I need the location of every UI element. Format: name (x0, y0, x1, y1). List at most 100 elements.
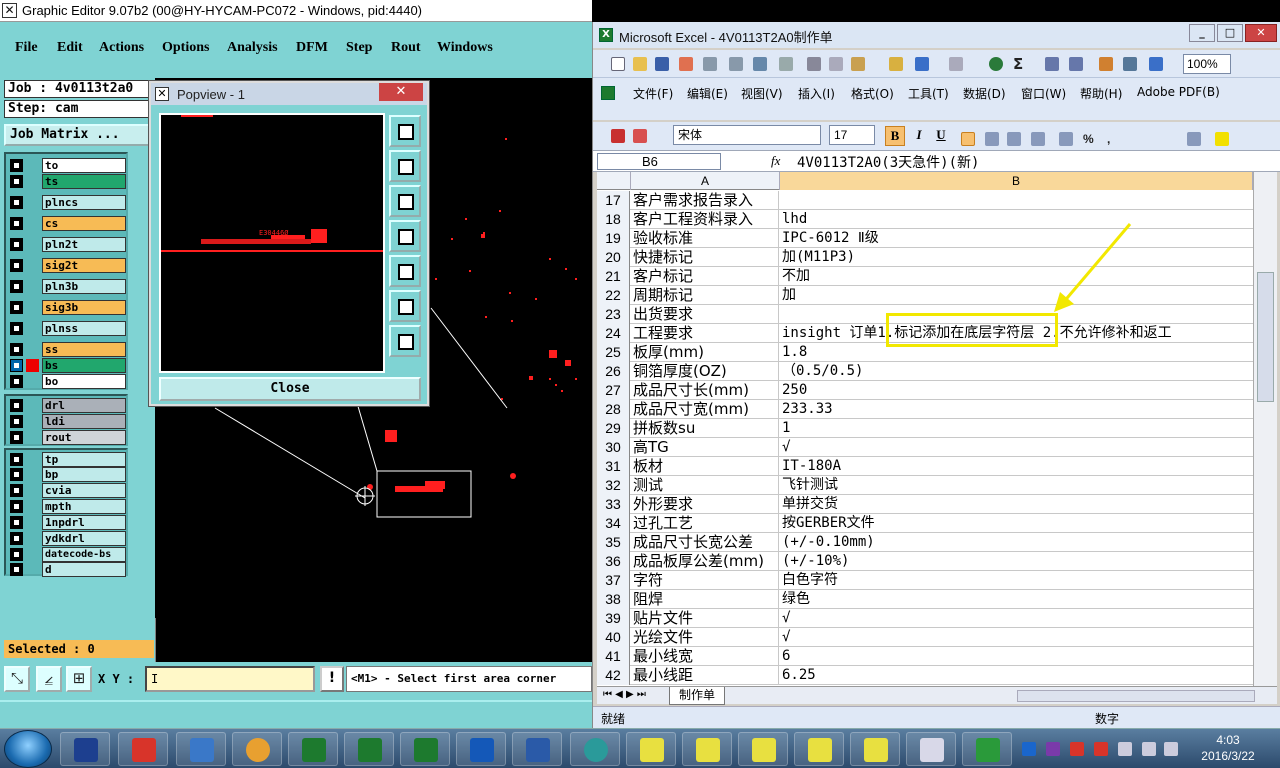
layer-name[interactable]: d (42, 562, 126, 577)
menu-actions[interactable]: Actions (99, 40, 144, 56)
taskbar-excel-3[interactable] (400, 732, 450, 766)
taskbar-genesis-5[interactable] (850, 732, 900, 766)
comma-icon[interactable]: , (1107, 132, 1121, 146)
row-number[interactable]: 42 (597, 666, 630, 685)
pan-left-icon[interactable] (389, 220, 421, 252)
cell-a[interactable]: 字符 (631, 571, 779, 590)
cell-a[interactable]: 出货要求 (631, 305, 779, 324)
row-number[interactable]: 35 (597, 533, 630, 552)
layer-name[interactable]: plncs (42, 195, 126, 210)
row-number[interactable]: 38 (597, 590, 630, 609)
sheet-row[interactable]: 19 验收标准 IPC-6012 Ⅱ级 (597, 229, 1253, 248)
menu-rout[interactable]: Rout (391, 40, 421, 56)
layer-checkbox[interactable] (10, 217, 23, 230)
taskbar-shell-app[interactable] (232, 732, 282, 766)
layer-name[interactable]: bp (42, 467, 126, 482)
cell-b[interactable]: 绿色 (780, 590, 1250, 609)
merge-center-icon[interactable] (1031, 132, 1045, 146)
layer-name[interactable]: sig2t (42, 258, 126, 273)
layer-checkbox[interactable] (10, 399, 23, 412)
taskbar-f-app[interactable] (456, 732, 506, 766)
menu-tools-cn[interactable]: 工具(T) (908, 85, 949, 102)
cell-b[interactable]: √ (780, 609, 1250, 628)
menu-view-cn[interactable]: 视图(V) (741, 85, 783, 102)
cell-a[interactable]: 周期标记 (631, 286, 779, 305)
layer-name[interactable]: to (42, 158, 126, 173)
row-number[interactable]: 36 (597, 552, 630, 571)
layer-checkbox[interactable] (10, 484, 23, 497)
pan-right-icon[interactable] (389, 255, 421, 287)
chart-wizard-icon[interactable] (1099, 57, 1113, 71)
cell-b[interactable]: IT-180A (780, 457, 1250, 476)
layer-checkbox[interactable] (10, 259, 23, 272)
sheet-row[interactable]: 27 成品尺寸长(mm) 250 (597, 381, 1253, 400)
font-select[interactable]: 宋体 (673, 125, 821, 145)
warning-button[interactable]: ! (320, 666, 344, 692)
cell-a[interactable]: 过孔工艺 (631, 514, 779, 533)
row-number[interactable]: 41 (597, 647, 630, 666)
taskbar-excel-1[interactable] (288, 732, 338, 766)
column-header-b[interactable]: B (780, 172, 1253, 190)
row-number[interactable]: 28 (597, 400, 630, 419)
menu-window-cn[interactable]: 窗口(W) (1021, 85, 1066, 102)
cell-a[interactable]: 成品尺寸宽(mm) (631, 400, 779, 419)
cell-a[interactable]: 工程要求 (631, 324, 779, 343)
layer-name[interactable]: bs (42, 358, 126, 373)
sheet-row[interactable]: 17 客户需求报告录入 (597, 191, 1253, 210)
layer-name[interactable]: pln3b (42, 279, 126, 294)
menu-adobe-pdf[interactable]: Adobe PDF(B) (1137, 85, 1220, 99)
formula-input[interactable]: 4V0113T2A0(3天急件)(新) (797, 152, 979, 172)
cut-icon[interactable] (807, 57, 821, 71)
research-icon[interactable] (779, 57, 793, 71)
vertical-scrollbar[interactable] (1253, 172, 1277, 686)
layer-row[interactable]: ydkdrl (8, 531, 126, 546)
cell-b[interactable]: (+/-10%) (780, 552, 1250, 571)
cell-a[interactable]: 客户需求报告录入 (631, 191, 779, 210)
layer-row[interactable]: mpth (8, 499, 126, 514)
row-number[interactable]: 17 (597, 191, 630, 210)
layer-row[interactable]: to (8, 158, 126, 173)
menu-format-cn[interactable]: 格式(O) (851, 85, 894, 102)
sheet-row[interactable]: 26 铜箔厚度(OZ) （0.5/0.5) (597, 362, 1253, 381)
row-number[interactable]: 24 (597, 324, 630, 343)
layer-row[interactable]: ts (8, 174, 126, 189)
taskbar-green-app[interactable] (962, 732, 1012, 766)
new-icon[interactable] (611, 57, 625, 71)
layer-name[interactable]: ldi (42, 414, 126, 429)
row-number[interactable]: 31 (597, 457, 630, 476)
cell-b[interactable]: （0.5/0.5) (780, 362, 1250, 381)
cell-a[interactable]: 铜箔厚度(OZ) (631, 362, 779, 381)
align-left-icon[interactable] (961, 132, 975, 146)
layer-checkbox[interactable] (10, 375, 23, 388)
layer-row[interactable]: pln3b (8, 279, 126, 294)
help-icon[interactable] (1149, 57, 1163, 71)
layer-row[interactable]: pln2t (8, 237, 126, 252)
row-number[interactable]: 25 (597, 343, 630, 362)
worksheet-grid[interactable]: A B 17 客户需求报告录入 18 客户工程资料录入 lhd 19 验收标准 IPC-601… (597, 172, 1253, 686)
menu-dfm[interactable]: DFM (296, 40, 328, 56)
layer-name[interactable]: ydkdrl (42, 531, 126, 546)
layer-name[interactable]: ss (42, 342, 126, 357)
popview-close-button[interactable]: Close (159, 377, 421, 401)
cell-a[interactable]: 板材 (631, 457, 779, 476)
layer-name[interactable]: bo (42, 374, 126, 389)
layer-row[interactable]: plnss (8, 321, 126, 336)
layer-row[interactable]: cvia (8, 483, 126, 498)
sheet-row[interactable]: 22 周期标记加 (597, 286, 1253, 305)
pan-up-icon[interactable] (389, 150, 421, 182)
sort-ascending-icon[interactable] (1045, 57, 1059, 71)
cell-b[interactable]: 250 (780, 381, 1250, 400)
taskbar-word[interactable] (512, 732, 562, 766)
sheet-row[interactable]: 30 高TG √ (597, 438, 1253, 457)
taskbar-genesis-1[interactable] (626, 732, 676, 766)
cell-a[interactable]: 成品尺寸长(mm) (631, 381, 779, 400)
row-number[interactable]: 32 (597, 476, 630, 495)
indent-icon[interactable] (1187, 132, 1201, 146)
layer-name[interactable]: mpth (42, 499, 126, 514)
layer-name[interactable]: datecode-bs (42, 547, 126, 562)
row-number[interactable]: 19 (597, 229, 630, 248)
layer-row[interactable]: plncs (8, 195, 126, 210)
menu-options[interactable]: Options (162, 40, 209, 56)
cell-a[interactable]: 光绘文件 (631, 628, 779, 647)
cell-a[interactable]: 高TG (631, 438, 779, 457)
